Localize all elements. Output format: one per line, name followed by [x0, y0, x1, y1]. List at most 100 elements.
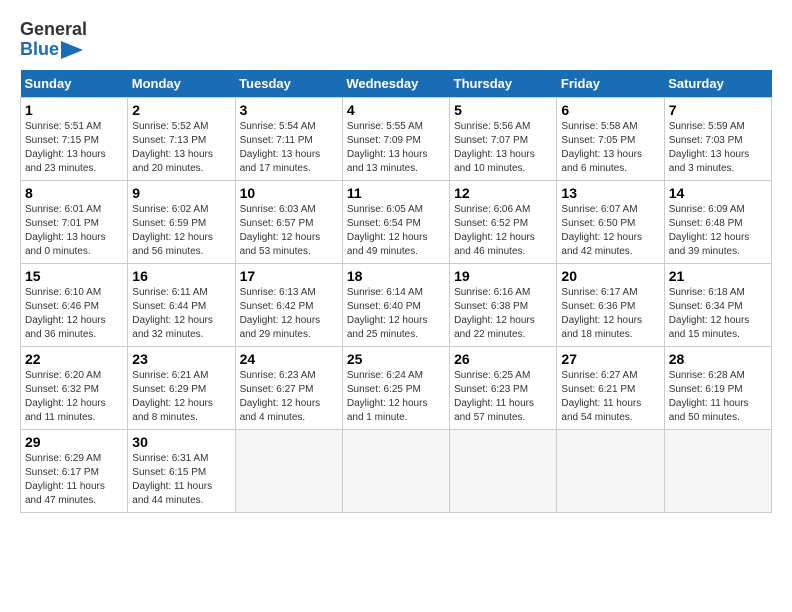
day-info: Sunrise: 6:21 AMSunset: 6:29 PMDaylight:…: [132, 369, 230, 425]
day-number: 18: [347, 268, 445, 284]
day-info: Sunrise: 5:54 AMSunset: 7:11 PMDaylight:…: [240, 120, 338, 176]
calendar-cell: 2 Sunrise: 5:52 AMSunset: 7:13 PMDaylight…: [128, 97, 235, 180]
day-info: Sunrise: 5:51 AMSunset: 7:15 PMDaylight:…: [25, 120, 123, 176]
logo-line2: Blue: [20, 40, 83, 60]
day-info: Sunrise: 5:59 AMSunset: 7:03 PMDaylight:…: [669, 120, 767, 176]
day-number: 11: [347, 185, 445, 201]
calendar-cell: 26Sunrise: 6:25 AMSunset: 6:23 PMDayligh…: [450, 346, 557, 429]
col-friday: Friday: [557, 70, 664, 98]
col-saturday: Saturday: [664, 70, 771, 98]
calendar-cell: [664, 429, 771, 512]
calendar-cell: 28 Sunrise: 6:28 AMSunset: 6:19 PMDayligh…: [664, 346, 771, 429]
logo: General Blue: [20, 20, 87, 60]
col-thursday: Thursday: [450, 70, 557, 98]
logo-text: General Blue: [20, 20, 87, 60]
calendar-cell: 9Sunrise: 6:02 AMSunset: 6:59 PMDaylight…: [128, 180, 235, 263]
day-number: 7: [669, 102, 767, 118]
col-monday: Monday: [128, 70, 235, 98]
calendar-row: 8 Sunrise: 6:01 AMSunset: 7:01 PMDaylight…: [21, 180, 772, 263]
day-info: Sunrise: 6:27 AMSunset: 6:21 PMDaylight:…: [561, 369, 659, 425]
calendar-cell: 7 Sunrise: 5:59 AMSunset: 7:03 PMDaylight…: [664, 97, 771, 180]
day-info: Sunrise: 6:28 AMSunset: 6:19 PMDaylight:…: [669, 369, 767, 425]
day-info: Sunrise: 6:13 AMSunset: 6:42 PMDaylight:…: [240, 286, 338, 342]
calendar-cell: 1Sunrise: 5:51 AMSunset: 7:15 PMDaylight…: [21, 97, 128, 180]
day-info: Sunrise: 6:03 AMSunset: 6:57 PMDaylight:…: [240, 203, 338, 259]
day-info: Sunrise: 6:20 AMSunset: 6:32 PMDaylight:…: [25, 369, 123, 425]
calendar-table: Sunday Monday Tuesday Wednesday Thursday…: [20, 70, 772, 513]
calendar-cell: 25 Sunrise: 6:24 AMSunset: 6:25 PMDayligh…: [342, 346, 449, 429]
calendar-body: 1Sunrise: 5:51 AMSunset: 7:15 PMDaylight…: [21, 97, 772, 512]
day-info: Sunrise: 6:01 AMSunset: 7:01 PMDaylight:…: [25, 203, 123, 259]
calendar-cell: 12Sunrise: 6:06 AMSunset: 6:52 PMDayligh…: [450, 180, 557, 263]
day-number: 20: [561, 268, 659, 284]
day-number: 2: [132, 102, 230, 118]
logo-line1: General: [20, 20, 87, 40]
day-info: Sunrise: 5:52 AMSunset: 7:13 PMDaylight:…: [132, 120, 230, 176]
calendar-cell: [342, 429, 449, 512]
calendar-cell: 15 Sunrise: 6:10 AMSunset: 6:46 PMDayligh…: [21, 263, 128, 346]
day-info: Sunrise: 5:55 AMSunset: 7:09 PMDaylight:…: [347, 120, 445, 176]
calendar-cell: 22 Sunrise: 6:20 AMSunset: 6:32 PMDayligh…: [21, 346, 128, 429]
day-number: 28: [669, 351, 767, 367]
day-number: 27: [561, 351, 659, 367]
calendar-cell: 29 Sunrise: 6:29 AMSunset: 6:17 PMDayligh…: [21, 429, 128, 512]
calendar-cell: 20 Sunrise: 6:17 AMSunset: 6:36 PMDayligh…: [557, 263, 664, 346]
day-number: 8: [25, 185, 123, 201]
day-info: Sunrise: 6:23 AMSunset: 6:27 PMDaylight:…: [240, 369, 338, 425]
header: General Blue: [20, 20, 772, 60]
day-info: Sunrise: 6:31 AMSunset: 6:15 PMDaylight:…: [132, 452, 230, 508]
day-info: Sunrise: 6:17 AMSunset: 6:36 PMDaylight:…: [561, 286, 659, 342]
calendar-cell: [557, 429, 664, 512]
day-info: Sunrise: 6:14 AMSunset: 6:40 PMDaylight:…: [347, 286, 445, 342]
calendar-cell: 17Sunrise: 6:13 AMSunset: 6:42 PMDayligh…: [235, 263, 342, 346]
day-number: 9: [132, 185, 230, 201]
day-number: 5: [454, 102, 552, 118]
calendar-cell: 10Sunrise: 6:03 AMSunset: 6:57 PMDayligh…: [235, 180, 342, 263]
day-number: 23: [132, 351, 230, 367]
day-info: Sunrise: 6:29 AMSunset: 6:17 PMDaylight:…: [25, 452, 123, 508]
calendar-row: 1Sunrise: 5:51 AMSunset: 7:15 PMDaylight…: [21, 97, 772, 180]
day-number: 13: [561, 185, 659, 201]
calendar-cell: 4Sunrise: 5:55 AMSunset: 7:09 PMDaylight…: [342, 97, 449, 180]
day-number: 22: [25, 351, 123, 367]
day-number: 26: [454, 351, 552, 367]
calendar-cell: 23 Sunrise: 6:21 AMSunset: 6:29 PMDayligh…: [128, 346, 235, 429]
day-number: 12: [454, 185, 552, 201]
day-info: Sunrise: 6:16 AMSunset: 6:38 PMDaylight:…: [454, 286, 552, 342]
day-info: Sunrise: 5:58 AMSunset: 7:05 PMDaylight:…: [561, 120, 659, 176]
day-number: 16: [132, 268, 230, 284]
day-number: 30: [132, 434, 230, 450]
calendar-cell: 21Sunrise: 6:18 AMSunset: 6:34 PMDayligh…: [664, 263, 771, 346]
calendar-cell: 16Sunrise: 6:11 AMSunset: 6:44 PMDayligh…: [128, 263, 235, 346]
day-number: 15: [25, 268, 123, 284]
calendar-row: 29 Sunrise: 6:29 AMSunset: 6:17 PMDayligh…: [21, 429, 772, 512]
calendar-cell: 3 Sunrise: 5:54 AMSunset: 7:11 PMDaylight…: [235, 97, 342, 180]
calendar-cell: 30 Sunrise: 6:31 AMSunset: 6:15 PMDayligh…: [128, 429, 235, 512]
day-info: Sunrise: 6:09 AMSunset: 6:48 PMDaylight:…: [669, 203, 767, 259]
col-tuesday: Tuesday: [235, 70, 342, 98]
day-number: 24: [240, 351, 338, 367]
day-number: 19: [454, 268, 552, 284]
calendar-cell: 8 Sunrise: 6:01 AMSunset: 7:01 PMDaylight…: [21, 180, 128, 263]
calendar-cell: 24 Sunrise: 6:23 AMSunset: 6:27 PMDayligh…: [235, 346, 342, 429]
day-info: Sunrise: 5:56 AMSunset: 7:07 PMDaylight:…: [454, 120, 552, 176]
day-number: 29: [25, 434, 123, 450]
day-number: 14: [669, 185, 767, 201]
calendar-cell: 6 Sunrise: 5:58 AMSunset: 7:05 PMDaylight…: [557, 97, 664, 180]
col-wednesday: Wednesday: [342, 70, 449, 98]
calendar-cell: 11 Sunrise: 6:05 AMSunset: 6:54 PMDayligh…: [342, 180, 449, 263]
day-info: Sunrise: 6:07 AMSunset: 6:50 PMDaylight:…: [561, 203, 659, 259]
calendar-row: 15 Sunrise: 6:10 AMSunset: 6:46 PMDayligh…: [21, 263, 772, 346]
day-number: 3: [240, 102, 338, 118]
calendar-cell: 18 Sunrise: 6:14 AMSunset: 6:40 PMDayligh…: [342, 263, 449, 346]
calendar-cell: [450, 429, 557, 512]
day-info: Sunrise: 6:10 AMSunset: 6:46 PMDaylight:…: [25, 286, 123, 342]
day-info: Sunrise: 6:18 AMSunset: 6:34 PMDaylight:…: [669, 286, 767, 342]
calendar-cell: 13 Sunrise: 6:07 AMSunset: 6:50 PMDayligh…: [557, 180, 664, 263]
calendar-cell: 5 Sunrise: 5:56 AMSunset: 7:07 PMDaylight…: [450, 97, 557, 180]
day-info: Sunrise: 6:24 AMSunset: 6:25 PMDaylight:…: [347, 369, 445, 425]
day-number: 6: [561, 102, 659, 118]
day-number: 25: [347, 351, 445, 367]
day-info: Sunrise: 6:05 AMSunset: 6:54 PMDaylight:…: [347, 203, 445, 259]
calendar-cell: 19 Sunrise: 6:16 AMSunset: 6:38 PMDayligh…: [450, 263, 557, 346]
